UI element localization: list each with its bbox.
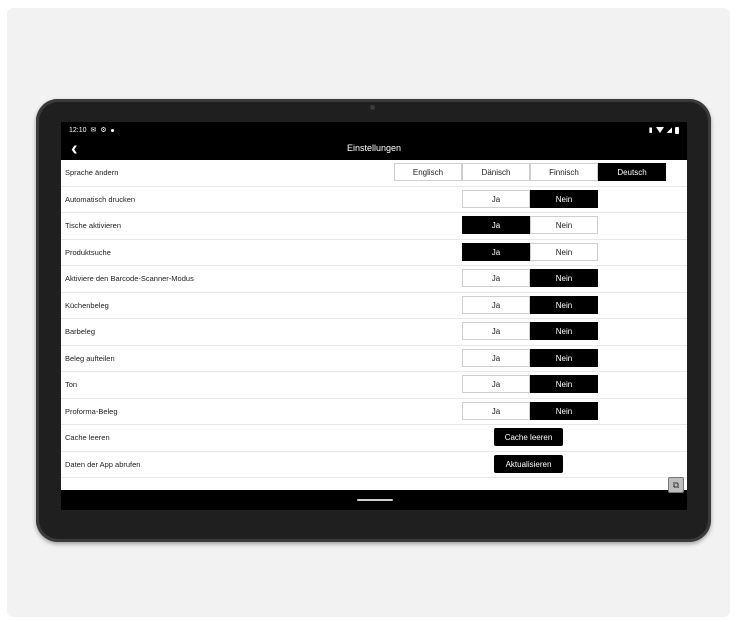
- home-pill-icon[interactable]: [357, 499, 393, 501]
- no-button[interactable]: Nein: [530, 295, 598, 314]
- language-option-finnish[interactable]: Finnisch: [530, 163, 598, 181]
- signal-icon: ◢: [666, 127, 672, 134]
- setting-label: Tische aktivieren: [65, 221, 121, 230]
- clear-cache-button[interactable]: Cache leeren: [494, 428, 563, 446]
- setting-row: Barbeleg Ja Nein: [61, 319, 687, 346]
- mail-icon: ✉: [90, 127, 97, 134]
- language-label: Sprache ändern: [65, 168, 119, 177]
- setting-label: Automatisch drucken: [65, 194, 136, 204]
- app-data-label: Daten der App abrufen: [65, 459, 141, 469]
- tablet-device: 12:10 ✉ ⚙ ▮ ◢ ‹ Einstellungen Sprache än…: [36, 99, 711, 542]
- setting-label: Proforma-Beleg: [65, 406, 118, 416]
- setting-label: Küchenbeleg: [65, 300, 109, 310]
- language-row: Sprache ändern Englisch Dänisch Finnisch…: [61, 160, 687, 187]
- battery-icon: [675, 126, 679, 134]
- yes-button[interactable]: Ja: [462, 216, 530, 234]
- app-switch-icon[interactable]: ⧉: [668, 477, 684, 493]
- setting-label: Barbeleg: [65, 327, 96, 336]
- dot-icon: [110, 128, 114, 132]
- setting-row: Produktsuche Ja Nein: [61, 240, 687, 266]
- tablet-screen: 12:10 ✉ ⚙ ▮ ◢ ‹ Einstellungen Sprache än…: [61, 122, 687, 510]
- no-button[interactable]: Nein: [530, 322, 598, 340]
- cache-row: Cache leeren Cache leeren: [61, 425, 687, 452]
- camera-icon: [370, 105, 375, 110]
- page-title: Einstellungen: [346, 143, 402, 153]
- wifi-icon: [655, 127, 664, 133]
- setting-row: Beleg aufteilen Ja Nein: [61, 346, 687, 372]
- gear-icon: ⚙: [100, 127, 107, 134]
- no-button[interactable]: Nein: [530, 375, 598, 393]
- no-button[interactable]: Nein: [530, 189, 598, 208]
- setting-label: Ton: [65, 380, 78, 389]
- yes-button[interactable]: Ja: [462, 242, 530, 261]
- setting-row: Küchenbeleg Ja Nein: [61, 293, 687, 319]
- setting-label: Beleg aufteilen: [65, 353, 115, 363]
- language-option-english[interactable]: Englisch: [394, 163, 462, 181]
- app-bar: ‹ Einstellungen: [61, 138, 687, 160]
- nav-bar: [61, 490, 687, 510]
- setting-row: Automatisch drucken Ja Nein: [61, 187, 687, 213]
- language-option-german[interactable]: Deutsch: [598, 163, 666, 181]
- no-button[interactable]: Nein: [530, 348, 598, 367]
- setting-row: Proforma-Beleg Ja Nein: [61, 399, 687, 425]
- refresh-button[interactable]: Aktualisieren: [494, 454, 563, 473]
- yes-button[interactable]: Ja: [462, 295, 530, 314]
- status-time: 12:10: [69, 126, 87, 134]
- status-bar: 12:10 ✉ ⚙ ▮ ◢: [61, 122, 687, 138]
- vibrate-icon: ▮: [648, 127, 653, 134]
- yes-button[interactable]: Ja: [462, 401, 530, 420]
- yes-button[interactable]: Ja: [462, 348, 530, 367]
- setting-label: Aktiviere den Barcode-Scanner-Modus: [65, 274, 194, 283]
- no-button[interactable]: Nein: [530, 242, 598, 261]
- yes-button[interactable]: Ja: [462, 269, 530, 287]
- no-button[interactable]: Nein: [530, 269, 598, 287]
- cache-label: Cache leeren: [65, 433, 110, 442]
- yes-button[interactable]: Ja: [462, 375, 530, 393]
- yes-button[interactable]: Ja: [462, 322, 530, 340]
- language-option-danish[interactable]: Dänisch: [462, 163, 530, 181]
- setting-row: Tische aktivieren Ja Nein: [61, 213, 687, 240]
- setting-row: Ton Ja Nein: [61, 372, 687, 399]
- no-button[interactable]: Nein: [530, 216, 598, 234]
- setting-label: Produktsuche: [65, 247, 111, 257]
- app-data-row: Daten der App abrufen Aktualisieren: [61, 452, 687, 478]
- no-button[interactable]: Nein: [530, 401, 598, 420]
- settings-list: Sprache ändern Englisch Dänisch Finnisch…: [61, 160, 687, 490]
- yes-button[interactable]: Ja: [462, 189, 530, 208]
- setting-row: Aktiviere den Barcode-Scanner-Modus Ja Nei…: [61, 266, 687, 293]
